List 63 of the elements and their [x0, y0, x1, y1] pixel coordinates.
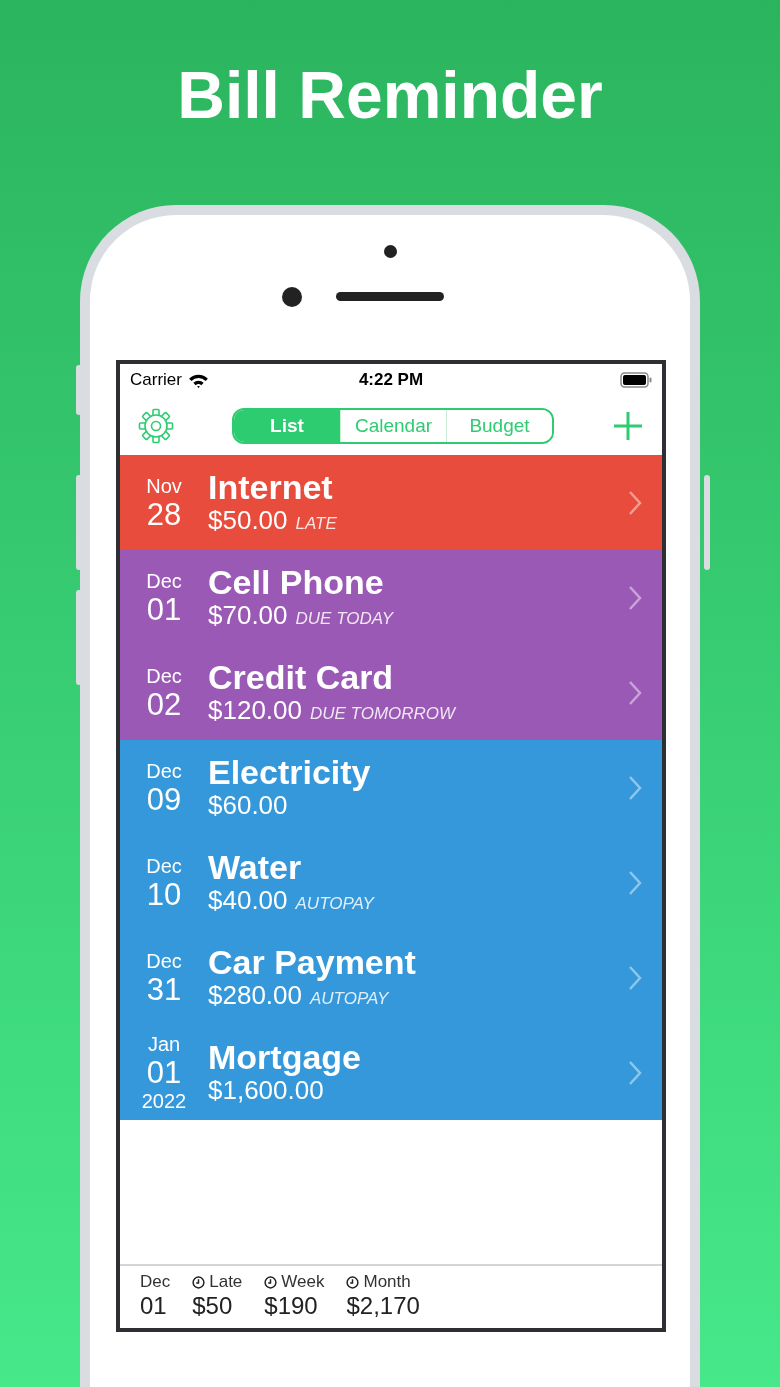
bill-day: 10 — [146, 878, 182, 910]
bill-day: 01 — [146, 593, 182, 625]
chevron-icon — [628, 489, 642, 516]
chevron-icon — [628, 584, 642, 611]
bill-status: AUTOPAY — [295, 895, 374, 914]
summary-label: Late — [209, 1272, 243, 1293]
bill-amount: $60.00 — [208, 791, 288, 820]
wifi-icon — [187, 372, 209, 388]
bill-month: Dec — [146, 855, 182, 876]
bill-amount: $70.00 — [208, 601, 288, 630]
chevron-icon — [628, 1059, 642, 1086]
bill-day: 28 — [146, 498, 182, 530]
segment-tab[interactable]: Budget — [446, 409, 552, 442]
summary-label: Dec — [140, 1272, 171, 1293]
add-icon[interactable] — [612, 409, 644, 442]
bill-name: Internet — [208, 470, 334, 507]
summary-value: $190 — [264, 1292, 319, 1322]
chevron-icon — [628, 774, 642, 801]
bill-status: LATE — [295, 515, 337, 534]
bill-day: 02 — [146, 688, 182, 720]
bill-status: DUE TOMORROW — [310, 705, 456, 724]
clock-icon — [346, 1275, 360, 1289]
chevron-icon — [628, 679, 642, 706]
bill-month: Dec — [146, 760, 182, 781]
bill-day: 01 — [146, 1057, 182, 1088]
clock-icon — [192, 1275, 206, 1289]
bill-day: 09 — [146, 783, 182, 815]
bill-name: Electricity — [208, 755, 372, 792]
clock-icon — [264, 1275, 278, 1289]
bill-name: Mortgage — [208, 1040, 362, 1077]
headline: Bill Reminder — [177, 62, 603, 128]
bill-month: Jan — [147, 1034, 181, 1054]
settings-icon[interactable] — [138, 407, 174, 444]
bill-amount: $50.00 — [208, 506, 288, 535]
bill-status: DUE TODAY — [295, 610, 394, 629]
battery-icon — [620, 372, 652, 388]
chevron-icon — [628, 869, 642, 896]
summary-value: $50 — [192, 1292, 234, 1322]
bill-amount: $120.00 — [208, 696, 302, 725]
bill-month: Dec — [146, 665, 182, 686]
bill-status: AUTOPAY — [310, 990, 389, 1009]
bill-month: Dec — [146, 570, 182, 591]
chevron-icon — [628, 964, 642, 991]
bill-name: Car Payment — [208, 945, 417, 982]
clock-time: 4:22 PM — [358, 370, 424, 390]
segment-tab[interactable]: List — [234, 409, 340, 442]
bill-day: 31 — [146, 973, 182, 1005]
summary-value: 01 — [140, 1292, 168, 1322]
camera-dot — [282, 287, 302, 307]
bill-amount: $1,600.00 — [208, 1076, 324, 1105]
bill-amount: $280.00 — [208, 981, 302, 1010]
bill-amount: $40.00 — [208, 886, 288, 915]
bill-month: Dec — [146, 950, 182, 971]
bill-name: Water — [208, 850, 303, 887]
bill-month: Nov — [146, 475, 182, 496]
camera-dot — [384, 245, 397, 258]
summary-value: $2,170 — [346, 1292, 420, 1322]
summary-label: Week — [281, 1272, 325, 1293]
carrier-label: Carrier — [130, 370, 182, 390]
bill-name: Cell Phone — [208, 565, 385, 602]
bill-name: Credit Card — [208, 660, 395, 697]
bill-year: 2022 — [141, 1091, 187, 1111]
summary-label: Month — [363, 1272, 411, 1293]
